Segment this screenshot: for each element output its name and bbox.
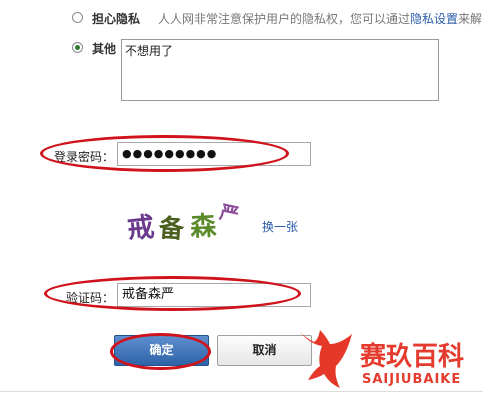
watermark-title: 赛玖百科 xyxy=(360,342,465,372)
bottom-divider xyxy=(0,391,483,392)
captcha-char-2: 备 xyxy=(157,213,185,244)
captcha-image: 戒 备 森 严 xyxy=(117,195,255,253)
privacy-desc-prefix: 人人网非常注意保护用户的隐私权，您可以通过 xyxy=(158,12,411,26)
other-reason-textarea[interactable]: 不想用了 xyxy=(121,39,439,101)
privacy-option-label: 担心隐私 xyxy=(92,12,141,26)
whale-tail-icon xyxy=(300,330,352,388)
privacy-radio[interactable] xyxy=(72,12,83,23)
privacy-option-desc: 人人网非常注意保护用户的隐私权，您可以通过隐私设置来解 xyxy=(158,10,482,27)
password-input[interactable]: ●●●●●●●●● xyxy=(117,142,311,166)
watermark-logo xyxy=(296,326,356,396)
privacy-desc-suffix: 来解 xyxy=(458,12,483,26)
other-option-label: 其他 xyxy=(92,42,117,56)
password-label: 登录密码： xyxy=(54,150,115,164)
verify-code-input[interactable]: 戒备森严 xyxy=(117,283,311,307)
watermark-subtitle: SAIJIUBAIKE xyxy=(362,372,462,387)
refresh-captcha-link[interactable]: 换一张 xyxy=(262,218,298,235)
captcha-char-1: 戒 xyxy=(125,211,156,246)
captcha-char-4: 严 xyxy=(217,201,241,227)
privacy-settings-link[interactable]: 隐私设置 xyxy=(410,12,458,26)
other-radio[interactable] xyxy=(72,42,83,53)
verify-code-label: 验证码： xyxy=(66,291,115,305)
confirm-button[interactable]: 确定 xyxy=(114,335,209,366)
captcha-char-3: 森 xyxy=(189,211,217,243)
